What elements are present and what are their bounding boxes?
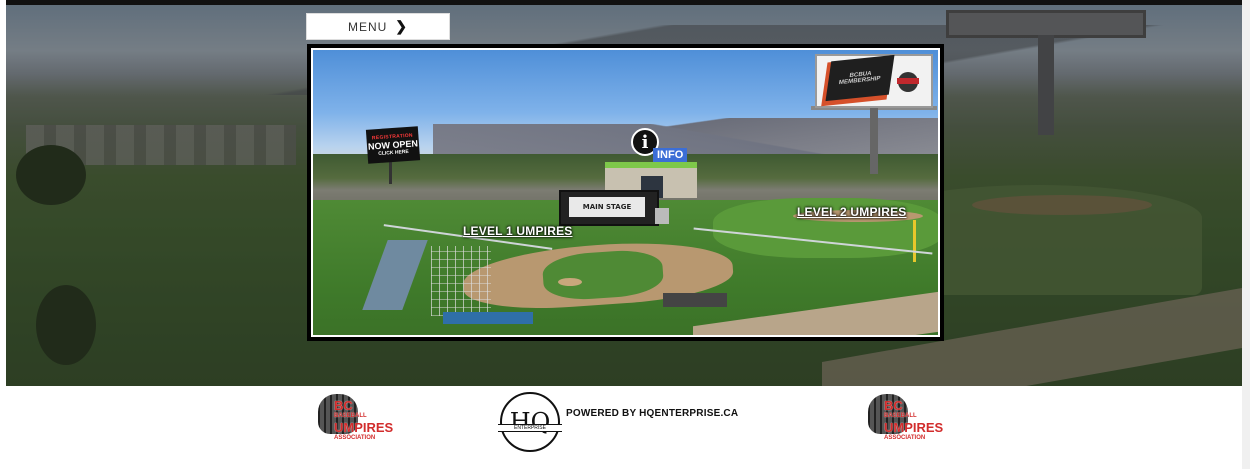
- interactive-map-frame: REGISTRATION NOW OPEN CLICK HERE i INFO …: [307, 44, 944, 341]
- billboard-pole: [870, 108, 878, 174]
- registration-sign[interactable]: REGISTRATION NOW OPEN CLICK HERE: [365, 126, 421, 164]
- scene-blue-wall: [443, 312, 533, 324]
- chevron-right-icon: ❯: [395, 18, 409, 34]
- main-stage[interactable]: MAIN STAGE: [559, 190, 669, 226]
- scene-pitchers-mound: [558, 278, 582, 286]
- main-stage-sign: MAIN STAGE: [569, 197, 645, 217]
- scene-dugout: [663, 293, 727, 307]
- powered-by-link[interactable]: POWERED BY HQENTERPRISE.CA: [566, 408, 738, 419]
- menu-label: MENU: [347, 19, 388, 34]
- info-icon-glyph: i: [641, 131, 649, 153]
- footer: BC BASEBALL UMPIRES ASSOCIATION HQ ENTERPR…: [6, 386, 1242, 469]
- bc-umpires-logo-text: BC BASEBALL UMPIRES ASSOCIATION: [334, 399, 393, 444]
- book-subtitle: MEMBERSHIP: [838, 75, 881, 87]
- bc-umpires-logo-right[interactable]: BC BASEBALL UMPIRES ASSOCIATION: [868, 394, 943, 441]
- billboard-umpires-logo: [893, 70, 923, 94]
- scene-backstop: [431, 246, 491, 316]
- level-2-umpires-link[interactable]: LEVEL 2 UMPIRES: [797, 205, 906, 219]
- level-1-umpires-link[interactable]: LEVEL 1 UMPIRES: [463, 224, 572, 238]
- interactive-map-scene: REGISTRATION NOW OPEN CLICK HERE i INFO …: [311, 48, 940, 337]
- registration-line3: CLICK HERE: [378, 148, 410, 158]
- membership-billboard[interactable]: BCBUA MEMBERSHIP: [815, 54, 933, 108]
- info-link[interactable]: INFO: [653, 148, 688, 162]
- hq-enterprise-logo[interactable]: HQ ENTERPRISE: [498, 392, 562, 452]
- hq-band: ENTERPRISE: [498, 424, 562, 432]
- bc-umpires-logo-left[interactable]: BC BASEBALL UMPIRES ASSOCIATION: [318, 394, 393, 441]
- registration-pole: [389, 160, 392, 184]
- bc-umpires-logo-text: BC BASEBALL UMPIRES ASSOCIATION: [884, 399, 943, 444]
- main-stage-truck: [655, 208, 669, 224]
- book-cover: BCBUA MEMBERSHIP: [825, 54, 895, 102]
- menu-button[interactable]: MENU ❯: [306, 13, 450, 40]
- scene-foul-pole: [913, 220, 916, 262]
- page-scrollbar[interactable]: [1242, 0, 1250, 469]
